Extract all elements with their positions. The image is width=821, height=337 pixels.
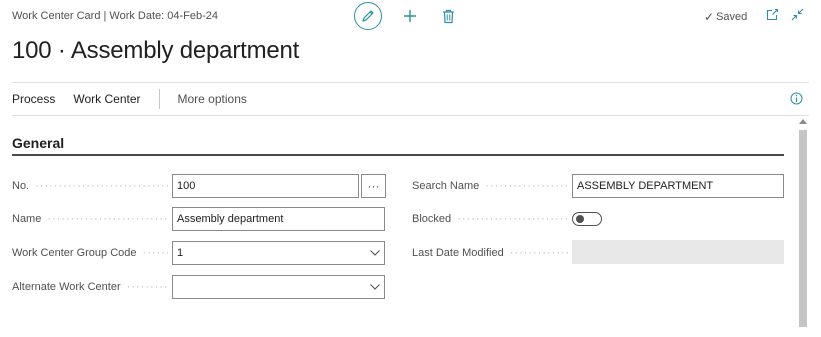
group-code-select[interactable]: 1 [172, 241, 385, 265]
label-text: Work Center Group Code [12, 247, 137, 259]
ellipsis-icon: ··· [367, 179, 380, 193]
search-name-field[interactable]: ASSEMBLY DEPARTMENT [572, 174, 784, 198]
scroll-thumb[interactable] [799, 130, 807, 327]
toggle-knob [576, 215, 584, 223]
field-label-no: No. ····································… [12, 174, 168, 198]
field-label-name: Name ···································… [12, 207, 168, 231]
edit-button[interactable] [354, 2, 382, 30]
info-icon[interactable] [790, 92, 803, 108]
action-bar: Process Work Center More options [12, 82, 809, 116]
field-label-blocked: Blocked ································… [412, 207, 568, 231]
leader-dots: ········································… [485, 180, 568, 192]
window-controls [766, 8, 804, 21]
plus-icon [404, 10, 416, 22]
label-text: Name [12, 213, 42, 225]
label-text: No. [12, 180, 30, 192]
saved-status: ✓ Saved [704, 10, 747, 24]
label-text: Alternate Work Center [12, 281, 121, 293]
leader-dots: ········································… [35, 180, 168, 192]
field-label-group-code: Work Center Group Code ·················… [12, 241, 168, 265]
select-value: 1 [177, 247, 184, 259]
alternate-work-center-select[interactable] [172, 275, 385, 299]
page-caption: Work Center Card | Work Date: 04-Feb-24 [12, 10, 219, 22]
chevron-down-icon [370, 250, 380, 256]
leader-dots: ········································… [47, 213, 168, 225]
collapse-icon[interactable] [791, 8, 804, 21]
label-text: Last Date Modified [412, 247, 504, 259]
trash-icon [442, 9, 454, 23]
vertical-scrollbar[interactable] [797, 116, 809, 327]
section-divider [12, 154, 784, 156]
menu-more-options[interactable]: More options [178, 92, 247, 106]
open-new-window-icon[interactable] [766, 8, 779, 21]
field-label-search-name: Search Name ····························… [412, 174, 568, 198]
chevron-down-icon [370, 284, 380, 290]
pencil-icon [362, 10, 374, 22]
new-button[interactable] [400, 6, 420, 26]
menu-process[interactable]: Process [12, 92, 55, 106]
field-label-alternate: Alternate Work Center ··················… [12, 275, 168, 299]
scroll-up-icon[interactable] [797, 118, 809, 128]
assist-edit-button[interactable]: ··· [361, 174, 386, 198]
name-field[interactable]: Assembly department [172, 207, 385, 231]
section-title-general[interactable]: General [12, 135, 64, 151]
last-date-modified-field [572, 240, 784, 264]
menu-work-center[interactable]: Work Center [73, 92, 140, 106]
divider [158, 89, 160, 109]
label-text: Search Name [412, 180, 480, 192]
check-icon: ✓ [704, 10, 715, 24]
no-field[interactable]: 100 [172, 174, 359, 198]
page-title: 100 · Assembly department [12, 37, 300, 64]
leader-dots: ········································… [142, 247, 168, 259]
top-actions [354, 2, 458, 30]
leader-dots: ········································… [509, 247, 568, 259]
label-text: Blocked [412, 213, 452, 225]
leader-dots: ········································… [457, 213, 568, 225]
saved-label: Saved [716, 11, 748, 23]
field-label-last-modified: Last Date Modified ·····················… [412, 241, 568, 265]
blocked-toggle[interactable] [572, 212, 602, 226]
leader-dots: ········································… [126, 281, 168, 293]
delete-button[interactable] [438, 6, 458, 26]
